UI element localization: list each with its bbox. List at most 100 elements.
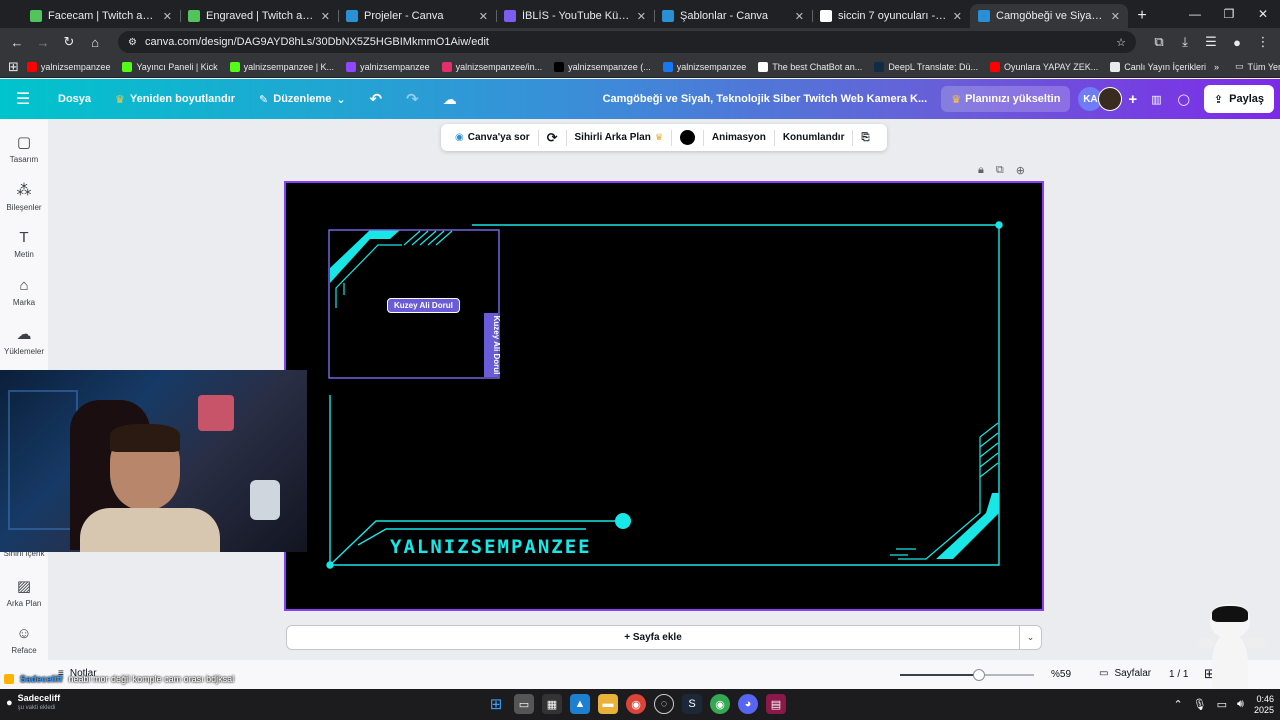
insights-icon[interactable]: ▥ — [1143, 85, 1169, 113]
browser-tab[interactable]: siccin 7 oyuncuları - Google'da ✕ — [812, 4, 970, 28]
bookmark-item[interactable]: yalnizsempanzee | K... — [224, 61, 340, 72]
tab-close-icon[interactable]: ✕ — [163, 10, 172, 23]
reload-icon[interactable]: ↻ — [58, 31, 80, 53]
sidebar-item-text[interactable]: T Metin — [0, 229, 48, 259]
browser-tab[interactable]: Engraved | Twitch and Youtube ✕ — [180, 4, 338, 28]
browser-tab[interactable]: Facecam | Twitch and Youtube ✕ — [22, 4, 180, 28]
tab-close-icon[interactable]: ✕ — [795, 10, 804, 23]
home-icon[interactable]: ⌂ — [84, 31, 106, 53]
ask-canva-button[interactable]: ◉ Canva'ya sor — [447, 124, 538, 151]
all-bookmarks-link[interactable]: ▭ Tüm Yer İşaretleri — [1229, 61, 1280, 72]
duplicate-page-icon[interactable]: ⧉ — [996, 164, 1004, 177]
sidebar-item-background[interactable]: ▨ Arka Plan — [0, 577, 48, 608]
cloud-save-icon[interactable]: ☁ — [431, 85, 469, 113]
volume-icon[interactable]: 🔊︎ — [1237, 698, 1244, 711]
site-info-icon[interactable]: ⚙ — [128, 37, 137, 48]
undo-button[interactable]: ↶ — [358, 85, 395, 113]
add-collaborator-icon[interactable]: + — [1122, 85, 1143, 113]
bookmark-item[interactable]: DeepL Translate: Dü... — [868, 61, 984, 72]
new-tab-button[interactable]: + — [1128, 4, 1156, 28]
tab-close-icon[interactable]: ✕ — [953, 10, 962, 23]
chat-overlay: Sadeceliff neabi mor değil komple cam or… — [4, 674, 234, 684]
collaborator-avatar[interactable] — [1098, 87, 1123, 111]
steam-icon[interactable]: S — [682, 694, 702, 714]
bookmark-item[interactable]: yalnizsempanzee — [340, 61, 436, 72]
tab-close-icon[interactable]: ✕ — [1111, 10, 1120, 23]
file-explorer-icon[interactable]: ▬ — [598, 694, 618, 714]
browser-tab[interactable]: Şablonlar - Canva ✕ — [654, 4, 812, 28]
sidebar-item-brand[interactable]: ⌂ Marka — [0, 277, 48, 307]
hamburger-menu-icon[interactable]: ☰ — [0, 89, 46, 109]
tab-close-icon[interactable]: ✕ — [321, 10, 330, 23]
add-page-button[interactable]: + Sayfa ekle — [286, 625, 1020, 650]
bookmark-item[interactable]: Oyunlara YAPAY ZEK... — [984, 61, 1104, 72]
discord-icon[interactable]: ◕ — [738, 694, 758, 714]
paint-format-icon[interactable]: ⎘ — [853, 124, 877, 151]
obs-icon[interactable]: ◌ — [654, 694, 674, 714]
widgets-icon[interactable]: ▦ — [542, 694, 562, 714]
restore-icon[interactable]: ❐ — [1212, 0, 1246, 28]
bookmark-item[interactable]: The best ChatBot an... — [752, 61, 868, 72]
animate-button[interactable]: Animasyon — [704, 124, 774, 151]
bookmark-star-icon[interactable]: ☆ — [1116, 36, 1126, 49]
design-page[interactable]: Kuzey Ali Dorul YALNIZSEMPANZEE Kuzey Al… — [284, 181, 1044, 611]
sidebar-item-uploads[interactable]: ☁ Yüklemeler — [0, 325, 48, 356]
winrar-icon[interactable]: ▤ — [766, 694, 786, 714]
extensions-icon[interactable]: ⧉ — [1148, 31, 1170, 53]
chrome-alt-icon[interactable]: ◉ — [710, 694, 730, 714]
more-bookmarks-icon[interactable]: » — [1214, 62, 1219, 72]
zoom-slider[interactable] — [900, 669, 1034, 681]
forward-icon[interactable]: → — [32, 31, 54, 53]
redo-button[interactable]: ↷ — [394, 85, 431, 113]
task-view-icon[interactable]: ▭ — [514, 694, 534, 714]
bookmark-item[interactable]: Canlı Yayın İçerikleri — [1104, 61, 1212, 72]
mic-icon[interactable]: 🎙︎ — [1193, 698, 1207, 711]
resize-button[interactable]: ♛ Yeniden boyutlandır — [103, 85, 247, 113]
bookmark-item[interactable]: yalnizsempanzee (... — [548, 61, 657, 72]
back-icon[interactable]: ← — [6, 31, 28, 53]
bookmark-item[interactable]: Yayıncı Paneli | Kick — [116, 61, 223, 72]
file-menu-button[interactable]: Dosya — [46, 85, 103, 113]
zoom-slider-handle[interactable] — [973, 669, 985, 681]
reading-list-icon[interactable]: ☰ — [1200, 31, 1222, 53]
bookmark-item[interactable]: yalnizsempanzee — [21, 61, 117, 72]
windows-start-icon[interactable]: ⊞ — [486, 694, 506, 714]
close-window-icon[interactable]: ✕ — [1246, 0, 1280, 28]
chrome-icon[interactable]: ◉ — [626, 694, 646, 714]
apps-icon[interactable]: ⊞ — [8, 56, 19, 78]
browser-tab[interactable]: Projeler - Canva ✕ — [338, 4, 496, 28]
sidebar-item-design[interactable]: ▢ Tasarım — [0, 133, 48, 164]
network-icon[interactable]: ▭ — [1217, 698, 1227, 711]
url-field[interactable]: ⚙ canva.com/design/DAG9AYD8hLs/30DbNX5Z5… — [118, 31, 1136, 53]
upgrade-button[interactable]: ♛ Planınızı yükseltin — [941, 86, 1071, 112]
design-title[interactable]: Camgöbeği ve Siyah, Teknolojik Siber Twi… — [603, 93, 928, 105]
download-icon[interactable]: ⤓ — [1174, 31, 1196, 53]
lock-icon[interactable]: 🔒︎ — [978, 164, 984, 177]
add-page-dropdown[interactable]: ⌄ — [1019, 625, 1042, 650]
share-button[interactable]: ⇪ Paylaş — [1203, 85, 1274, 113]
position-button[interactable]: Konumlandır — [775, 124, 853, 151]
pages-button[interactable]: ▭ Sayfalar — [1099, 668, 1151, 679]
bookmark-item[interactable]: yalnizsempanzee — [657, 61, 753, 72]
magic-background-button[interactable]: Sihirli Arka Plan ♛ — [567, 124, 671, 151]
comment-icon[interactable]: ◯ — [1170, 85, 1198, 113]
color-picker-button[interactable] — [672, 124, 703, 151]
zoom-level[interactable]: %59 — [1051, 669, 1071, 680]
bookmark-item[interactable]: yalnizsempanzee/in... — [436, 61, 549, 72]
profile-icon[interactable]: ● — [1226, 31, 1248, 53]
sidebar-item-elements[interactable]: ⁂ Bileşenler — [0, 181, 48, 212]
regenerate-icon[interactable]: ⟳ — [539, 124, 566, 151]
add-page-icon[interactable]: ⊕ — [1016, 164, 1025, 177]
tray-expand-icon[interactable]: ⌃ — [1173, 698, 1182, 711]
clock[interactable]: 0:46 2025 — [1254, 694, 1274, 716]
photos-icon[interactable]: ▲ — [570, 694, 590, 714]
browser-tab[interactable]: Camgöbeği ve Siyah, Teknolojik ✕ — [970, 4, 1128, 28]
minimize-icon[interactable]: — — [1178, 0, 1212, 28]
tab-close-icon[interactable]: ✕ — [479, 10, 488, 23]
editing-mode-button[interactable]: ✎ Düzenleme ⌄ — [247, 85, 358, 113]
sidebar-item-reface[interactable]: ☺ Reface — [0, 625, 48, 655]
tab-close-icon[interactable]: ✕ — [637, 10, 646, 23]
browser-menu-icon[interactable]: ⋮ — [1252, 31, 1274, 53]
browser-tab[interactable]: İBLİS - YouTube Küçük Resmi ✕ — [496, 4, 654, 28]
cat-paw-right — [1246, 638, 1266, 648]
